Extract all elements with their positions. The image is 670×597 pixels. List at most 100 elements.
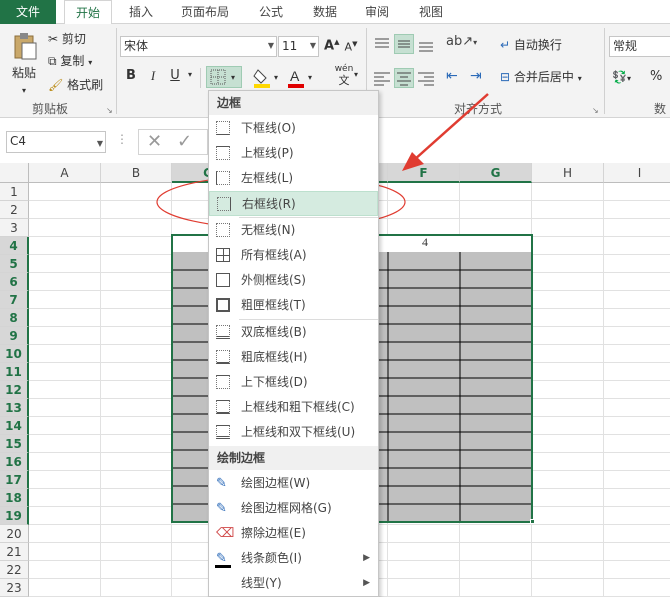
chevron-down-icon: ▼: [267, 41, 274, 50]
align-middle-icon[interactable]: [394, 34, 414, 54]
row-header-3[interactable]: 3: [0, 219, 29, 237]
row-header-9[interactable]: 9: [0, 327, 29, 345]
percent-button[interactable]: %: [650, 68, 662, 86]
top-and-double-bottom-border-icon: [216, 425, 230, 439]
tab-insert[interactable]: 插入: [118, 0, 164, 24]
row-header-7[interactable]: 7: [0, 291, 29, 309]
chevron-down-icon[interactable]: ▾: [352, 70, 360, 79]
menu-item-erase-border[interactable]: ⌫ 擦除边框(E): [209, 521, 378, 546]
menu-item-top-and-thick-bottom-border[interactable]: 上框线和粗下框线(C): [209, 395, 378, 420]
tab-home[interactable]: 开始: [64, 0, 112, 25]
row-header-20[interactable]: 20: [0, 525, 29, 543]
tab-page-layout[interactable]: 页面布局: [172, 0, 238, 24]
row-header-22[interactable]: 22: [0, 561, 29, 579]
row-header-17[interactable]: 17: [0, 471, 29, 489]
menu-item-left-border[interactable]: 左框线(L): [209, 166, 378, 191]
column-header-a[interactable]: A: [29, 163, 101, 183]
row-header-11[interactable]: 11: [0, 363, 29, 381]
menu-item-label: 无框线(N): [241, 223, 296, 237]
tab-view[interactable]: 视图: [410, 0, 452, 24]
fill-handle[interactable]: [530, 519, 535, 524]
all-borders-icon: [216, 248, 230, 262]
wrap-text-icon: ↵: [500, 38, 511, 52]
row-header-5[interactable]: 5: [0, 255, 29, 273]
tab-data[interactable]: 数据: [304, 0, 346, 24]
tab-formulas[interactable]: 公式: [250, 0, 292, 24]
menu-item-draw-border-grid[interactable]: ✎ 绘图边框网格(G): [209, 496, 378, 521]
row-header-6[interactable]: 6: [0, 273, 29, 291]
orientation-icon[interactable]: ab↗▾: [446, 34, 477, 54]
row-header-8[interactable]: 8: [0, 309, 29, 327]
clipboard-group-label: 剪贴板: [32, 102, 69, 116]
menu-item-double-bottom-border[interactable]: 双底框线(B): [209, 320, 378, 345]
menu-item-label: 双底框线(B): [241, 325, 307, 339]
format-painter-button[interactable]: 🖌 格式刷: [48, 76, 103, 94]
menu-item-top-and-bottom-border[interactable]: 上下框线(D): [209, 370, 378, 395]
bold-button[interactable]: B: [124, 68, 138, 83]
menu-item-label: 所有框线(A): [241, 248, 307, 262]
row-header-15[interactable]: 15: [0, 435, 29, 453]
font-name-select[interactable]: 宋体 ▼: [120, 36, 277, 57]
thick-box-border-icon: [216, 298, 230, 312]
menu-item-line-style[interactable]: 线型(Y) ▶: [209, 571, 378, 596]
cut-label: 剪切: [61, 32, 86, 46]
grow-font-icon[interactable]: A▲: [324, 38, 339, 53]
accounting-format-icon[interactable]: 💱▾: [612, 68, 631, 88]
row-header-1[interactable]: 1: [0, 183, 29, 201]
menu-item-label: 下框线(O): [241, 121, 296, 135]
row-header-2[interactable]: 2: [0, 201, 29, 219]
menu-item-line-color[interactable]: ✎ 线条颜色(I) ▶: [209, 546, 378, 571]
row-header-16[interactable]: 16: [0, 453, 29, 471]
paste-icon[interactable]: [12, 32, 38, 60]
menu-item-bottom-border[interactable]: 下框线(O): [209, 116, 378, 141]
grid-column-line: [100, 183, 101, 597]
row-header-23[interactable]: 23: [0, 579, 29, 597]
shrink-font-icon[interactable]: A▼: [344, 40, 358, 54]
row-header-21[interactable]: 21: [0, 543, 29, 561]
chevron-down-icon: ▼: [309, 41, 316, 50]
tab-file[interactable]: 文件: [0, 0, 56, 24]
menu-separator: [239, 319, 378, 320]
row-header-12[interactable]: 12: [0, 381, 29, 399]
alignment-launcher-icon[interactable]: ↘: [592, 102, 599, 120]
menu-item-no-border[interactable]: 无框线(N): [209, 218, 378, 243]
font-name-value: 宋体: [124, 39, 149, 53]
row-header-13[interactable]: 13: [0, 399, 29, 417]
column-header-i[interactable]: I: [604, 163, 670, 183]
menu-item-thick-box-border[interactable]: 粗匣框线(T): [209, 293, 378, 318]
name-box[interactable]: C4 ▼: [6, 131, 106, 153]
align-top-icon[interactable]: [372, 34, 392, 54]
menu-item-top-and-double-bottom-border[interactable]: 上框线和双下框线(U): [209, 420, 378, 445]
paste-button[interactable]: 粘贴: [12, 64, 36, 82]
menu-item-right-border[interactable]: 右框线(R): [209, 191, 378, 216]
row-header-19[interactable]: 19: [0, 507, 29, 525]
row-header-10[interactable]: 10: [0, 345, 29, 363]
cut-button[interactable]: ✂ 剪切: [48, 30, 86, 48]
menu-item-label: 线条颜色(I): [241, 551, 302, 565]
menu-item-outside-borders[interactable]: 外侧框线(S): [209, 268, 378, 293]
top-border-icon: [216, 146, 230, 160]
menu-item-label: 上框线和双下框线(U): [241, 425, 356, 439]
select-all-corner[interactable]: [0, 163, 29, 183]
menu-item-draw-border[interactable]: ✎ 绘图边框(W): [209, 471, 378, 496]
tab-review[interactable]: 审阅: [356, 0, 398, 24]
paste-dropdown-icon[interactable]: ▾: [22, 82, 26, 100]
borders-dropdown-menu: 边框 下框线(O) 上框线(P) 左框线(L) 右框线(R) 无框线(N) 所有框线(A)…: [208, 90, 379, 597]
row-header-14[interactable]: 14: [0, 417, 29, 435]
row-header-18[interactable]: 18: [0, 489, 29, 507]
copy-button[interactable]: ⧉ 复制 ▾: [48, 52, 92, 72]
row-header-4[interactable]: 4: [0, 237, 29, 255]
column-header-h[interactable]: H: [532, 163, 604, 183]
menu-item-all-borders[interactable]: 所有框线(A): [209, 243, 378, 268]
clipboard-launcher-icon[interactable]: ↘: [106, 102, 113, 120]
menu-item-top-border[interactable]: 上框线(P): [209, 141, 378, 166]
left-border-icon: [216, 171, 230, 185]
wrap-text-label: 自动换行: [513, 38, 562, 52]
menu-item-thick-bottom-border[interactable]: 粗底框线(H): [209, 345, 378, 370]
chevron-down-icon[interactable]: ▾: [186, 70, 194, 79]
align-bottom-icon[interactable]: [416, 34, 436, 54]
wrap-text-button[interactable]: ↵ 自动换行: [500, 36, 562, 54]
font-size-select[interactable]: 11 ▼: [278, 36, 319, 57]
number-format-select[interactable]: 常规: [609, 36, 670, 57]
copy-label: 复制: [60, 54, 85, 68]
